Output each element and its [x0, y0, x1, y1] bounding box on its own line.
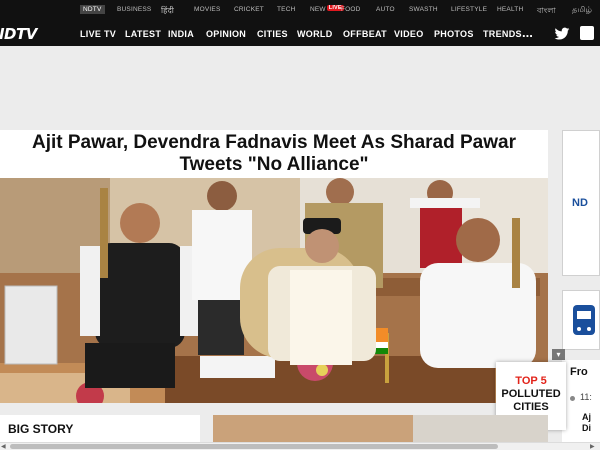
nav-world[interactable]: WORLD — [297, 29, 333, 39]
big-story-heading: BIG STORY — [8, 422, 74, 436]
top5-cities-label: CITIES — [513, 401, 549, 413]
top-links-bar: NDTV BUSINESS हिंदी MOVIES CRICKET TECH … — [0, 0, 600, 22]
ndtv-logo[interactable]: NDTV — [0, 25, 37, 43]
top5-label: TOP 5 — [515, 375, 547, 387]
top5-polluted-label: POLLUTED — [501, 388, 561, 400]
photo-illustration — [0, 178, 548, 403]
toplink-swasth[interactable]: SWASTH — [409, 6, 438, 13]
toplink-ndtv[interactable]: NDTV — [80, 5, 105, 14]
main-nav: NDTV LIVE TV LATEST INDIA OPINION CITIES… — [0, 22, 600, 46]
toplink-lifestyle[interactable]: LIFESTYLE — [451, 6, 487, 13]
sidebar-promo-card[interactable]: ND — [562, 130, 600, 276]
toplink-movies[interactable]: MOVIES — [194, 6, 220, 13]
collapse-chevron-icon[interactable]: ▾ — [552, 349, 565, 360]
toplink-business[interactable]: BUSINESS — [117, 6, 151, 13]
toplink-bangla[interactable]: বাংলা — [537, 5, 556, 18]
scroll-right-icon[interactable]: ▶ — [590, 443, 595, 450]
sidebar-news-snippet[interactable]: Aj Di — [582, 412, 600, 434]
nav-india[interactable]: INDIA — [168, 29, 194, 39]
facebook-icon[interactable] — [580, 26, 594, 40]
headline-box: Ajit Pawar, Devendra Fadnavis Meet As Sh… — [0, 130, 548, 178]
nav-cities[interactable]: CITIES — [257, 29, 288, 39]
nav-latest[interactable]: LATEST — [125, 29, 161, 39]
ad-banner-area — [0, 46, 600, 130]
article-headline[interactable]: Ajit Pawar, Devendra Fadnavis Meet As Sh… — [0, 132, 548, 176]
toplink-cricket[interactable]: CRICKET — [234, 6, 264, 13]
nav-more-button[interactable]: ... — [522, 25, 533, 40]
scrollbar-thumb[interactable] — [10, 444, 498, 449]
toplink-new-label: NEW — [310, 6, 326, 13]
nav-offbeat[interactable]: OFFBEAT — [343, 29, 387, 39]
sidebar-news-list: Fro 11: Aj Di — [562, 360, 600, 450]
sidebar-promo-text: ND — [572, 197, 588, 209]
nav-opinion[interactable]: OPINION — [206, 29, 246, 39]
toplink-new[interactable]: NEW LIVE — [310, 5, 344, 13]
toplink-tamil[interactable]: தமிழ் — [572, 5, 592, 15]
train-icon — [573, 305, 595, 335]
horizontal-scrollbar[interactable]: ◀ ▶ — [0, 442, 600, 450]
toplink-hindi[interactable]: हिंदी — [161, 5, 174, 16]
toplink-food[interactable]: FOOD — [341, 6, 361, 13]
toplink-auto[interactable]: AUTO — [376, 6, 395, 13]
bullet-dot — [570, 396, 575, 401]
toplink-tech[interactable]: TECH — [277, 6, 296, 13]
nav-photos[interactable]: PHOTOS — [434, 29, 474, 39]
sidebar-news-title: Fro — [570, 366, 588, 378]
scroll-left-icon[interactable]: ◀ — [1, 443, 6, 450]
nav-trends[interactable]: TRENDS — [483, 29, 522, 39]
twitter-icon[interactable] — [554, 26, 570, 42]
nav-video[interactable]: VIDEO — [394, 29, 424, 39]
nav-live-tv[interactable]: LIVE TV — [80, 29, 116, 39]
toplink-health[interactable]: HEALTH — [497, 6, 523, 13]
sidebar-promo-card-2[interactable] — [562, 290, 600, 350]
sidebar-news-time: 11: — [580, 392, 592, 402]
article-main-photo[interactable] — [0, 178, 548, 403]
